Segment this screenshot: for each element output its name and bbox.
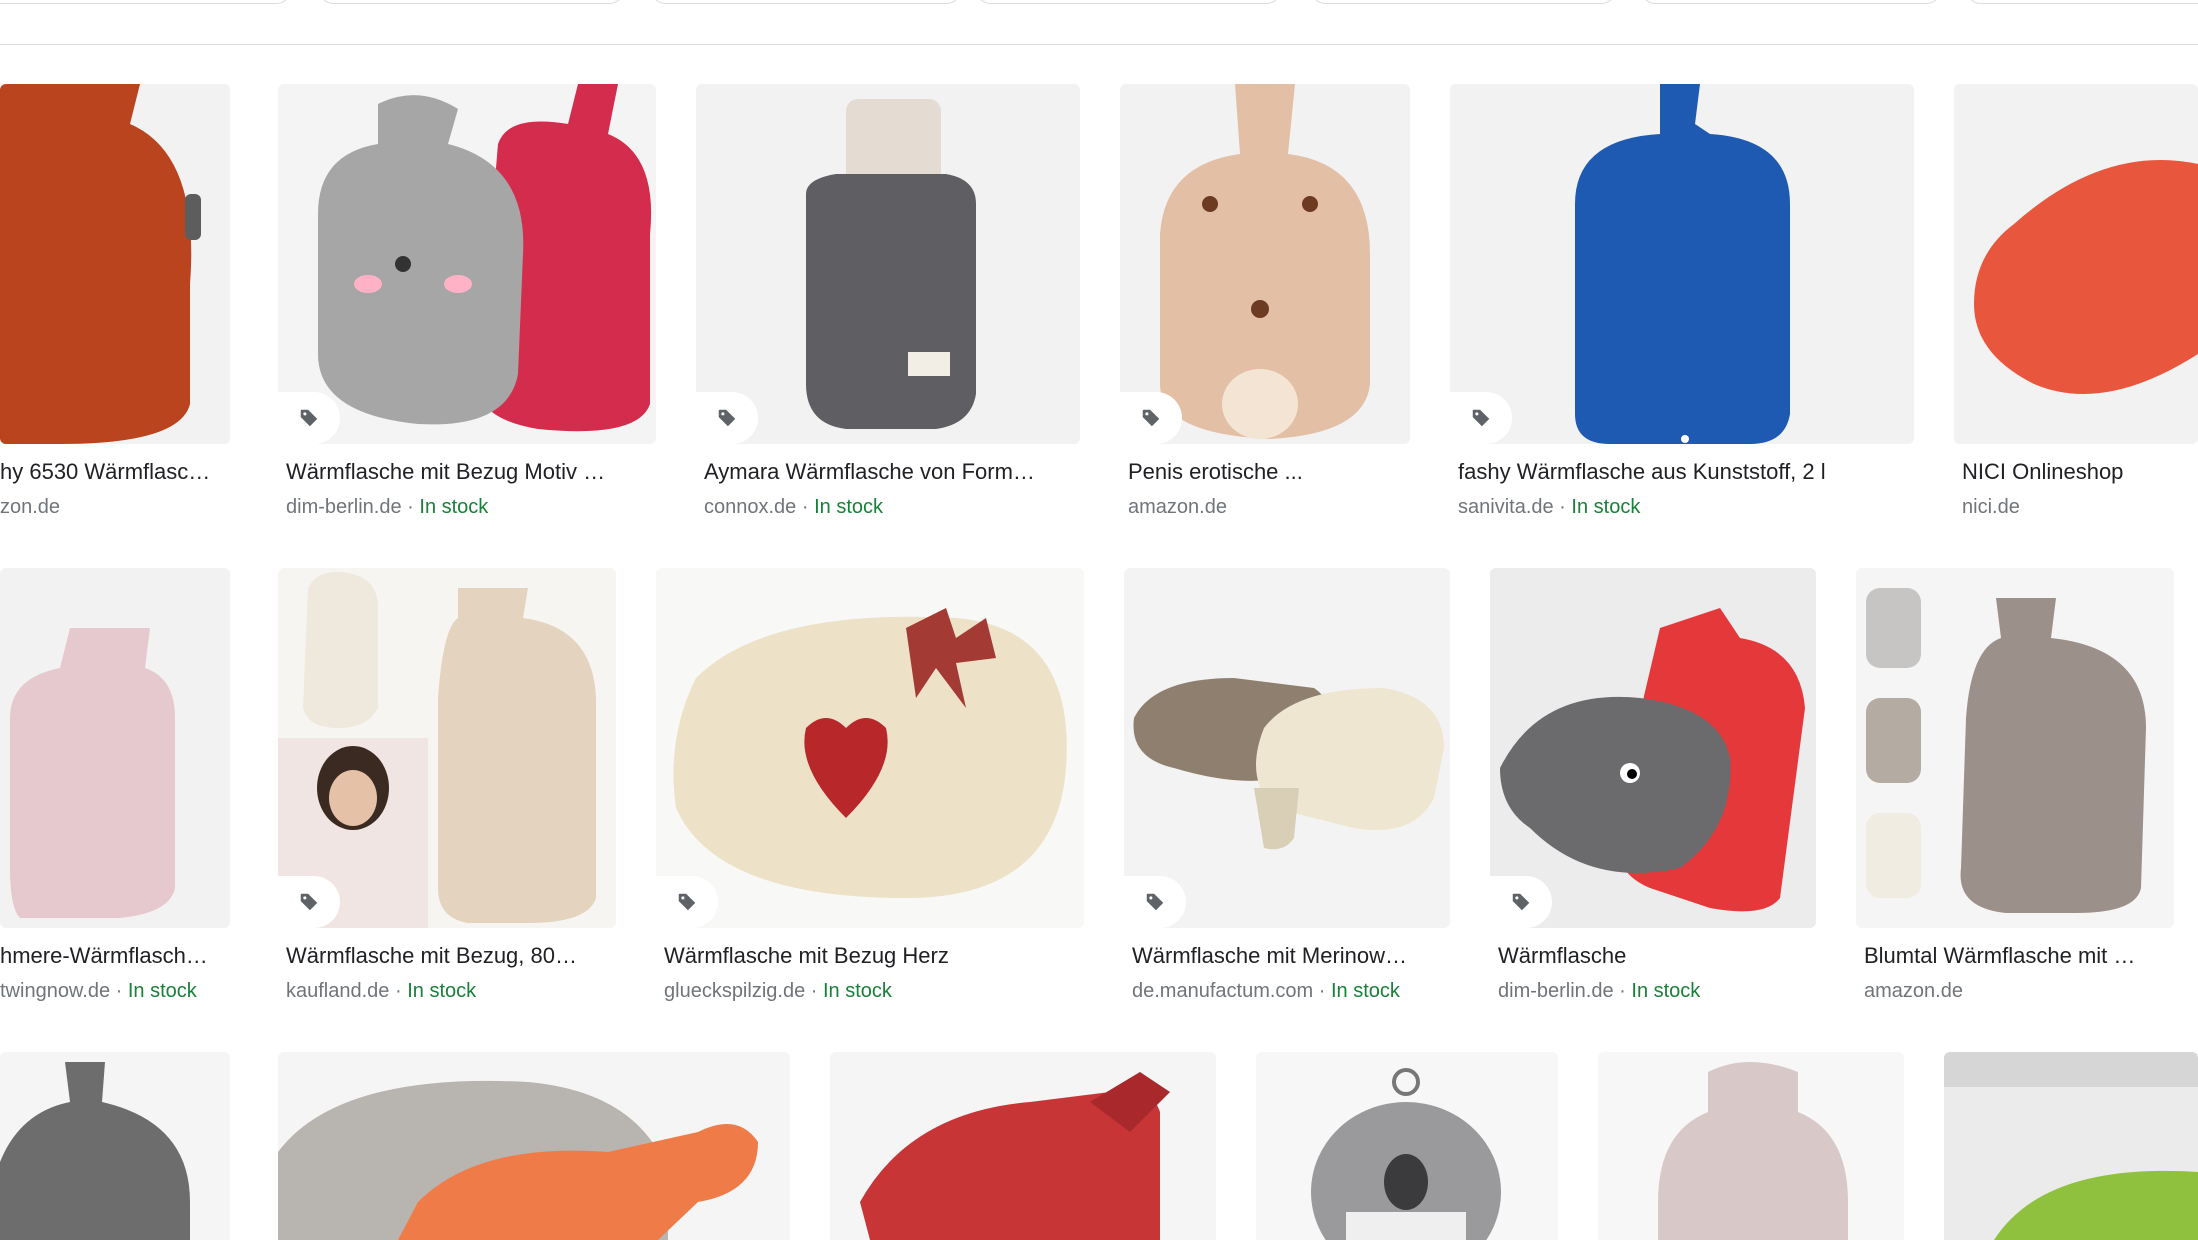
price-tag-badge — [278, 392, 340, 444]
stock-status: In stock — [407, 980, 477, 1002]
product-image[interactable] — [1490, 568, 1816, 928]
result-meta: kaufland.de · In stock — [286, 978, 612, 1004]
product-image[interactable] — [1856, 568, 2174, 928]
price-tag-icon — [300, 893, 318, 911]
result-meta: twingnow.de · In stock — [0, 978, 230, 1004]
result-source: kaufland.de — [286, 980, 390, 1002]
product-image[interactable] — [278, 84, 656, 444]
product-image[interactable] — [696, 84, 1080, 444]
product-image[interactable] — [0, 1052, 230, 1240]
stock-status: In stock — [1631, 980, 1701, 1002]
product-image[interactable] — [1954, 84, 2198, 444]
stock-status: In stock — [822, 980, 892, 1002]
price-tag-icon — [1146, 893, 1164, 911]
result-title[interactable]: Wärmflasche mit Bezug, 80… — [286, 942, 612, 970]
result-meta: dim-berlin.de · In stock — [286, 494, 652, 520]
result-title[interactable]: hmere-Wärmflasch… — [0, 942, 230, 970]
separator: · — [1613, 980, 1632, 1002]
result-title[interactable]: NICI Onlineshop — [1962, 458, 2198, 486]
result-title[interactable]: Wärmflasche — [1498, 942, 1812, 970]
separator: · — [389, 980, 408, 1002]
result-source: glueckspilzig.de — [664, 980, 806, 1002]
price-tag-icon — [300, 409, 318, 427]
product-image[interactable] — [656, 568, 1084, 928]
result-title[interactable]: Wärmflasche mit Bezug Herz — [664, 942, 1080, 970]
product-image[interactable] — [1944, 1052, 2198, 1240]
price-tag-badge — [278, 876, 340, 928]
result-title[interactable]: fashy Wärmflasche aus Kunststoff, 2 l — [1458, 458, 1910, 486]
product-image[interactable] — [1598, 1052, 1904, 1240]
price-tag-icon — [1512, 893, 1530, 911]
result-title[interactable]: Wärmflasche mit Bezug Motiv … — [286, 458, 652, 486]
result-meta: nici.de — [1962, 494, 2198, 520]
separator: · — [805, 980, 823, 1002]
price-tag-icon — [678, 893, 696, 911]
result-meta: glueckspilzig.de · In stock — [664, 978, 1080, 1004]
product-image[interactable] — [278, 568, 616, 928]
result-source: dim-berlin.de — [286, 496, 402, 518]
result-source: zon.de — [0, 496, 61, 518]
separator: · — [796, 496, 815, 518]
price-tag-badge — [1450, 392, 1512, 444]
stock-status: In stock — [127, 980, 197, 1002]
product-image[interactable] — [1124, 568, 1450, 928]
price-tag-badge — [696, 392, 758, 444]
price-tag-badge — [1120, 392, 1182, 444]
result-meta: amazon.de — [1128, 494, 1406, 520]
result-source: twingnow.de — [0, 980, 111, 1002]
result-meta: dim-berlin.de · In stock — [1498, 978, 1812, 1004]
result-source: amazon.de — [1864, 980, 1963, 1002]
price-tag-badge — [1490, 876, 1552, 928]
stock-status: In stock — [419, 496, 489, 518]
product-image[interactable] — [830, 1052, 1216, 1240]
product-image[interactable] — [0, 84, 230, 444]
stock-status: In stock — [1571, 496, 1641, 518]
separator: · — [110, 980, 128, 1002]
separator: · — [401, 496, 420, 518]
result-title[interactable]: Blumtal Wärmflasche mit … — [1864, 942, 2170, 970]
product-image[interactable] — [1450, 84, 1914, 444]
result-title[interactable]: hy 6530 Wärmflasc… — [0, 458, 230, 486]
result-title[interactable]: Penis erotische ... — [1128, 458, 1406, 486]
product-image[interactable] — [1120, 84, 1410, 444]
price-tag-badge — [656, 876, 718, 928]
result-source: amazon.de — [1128, 496, 1227, 518]
product-image[interactable] — [1256, 1052, 1558, 1240]
image-results-grid: hy 6530 Wärmflasc… zon.de Wärmflasche mi… — [0, 0, 2198, 1240]
stock-status: In stock — [814, 496, 883, 518]
result-meta: zon.de — [0, 494, 230, 520]
stock-status: In stock — [1330, 980, 1400, 1002]
price-tag-icon — [1472, 409, 1490, 427]
result-source: connox.de — [704, 496, 797, 518]
result-meta: connox.de · In stock — [704, 494, 1076, 520]
result-meta: amazon.de — [1864, 978, 2170, 1004]
price-tag-badge — [1124, 876, 1186, 928]
price-tag-icon — [1142, 409, 1160, 427]
result-source: dim-berlin.de — [1498, 980, 1614, 1002]
result-title[interactable]: Aymara Wärmflasche von Form… — [704, 458, 1076, 486]
result-title[interactable]: Wärmflasche mit Merinow… — [1132, 942, 1446, 970]
product-image[interactable] — [0, 568, 230, 928]
result-meta: de.manufactum.com · In stock — [1132, 978, 1446, 1004]
separator: · — [1553, 496, 1572, 518]
result-source: de.manufactum.com — [1132, 980, 1314, 1002]
result-source: nici.de — [1962, 496, 2020, 518]
separator: · — [1313, 980, 1331, 1002]
result-meta: sanivita.de · In stock — [1458, 494, 1910, 520]
product-image[interactable] — [278, 1052, 790, 1240]
result-source: sanivita.de — [1458, 496, 1554, 518]
price-tag-icon — [718, 409, 736, 427]
